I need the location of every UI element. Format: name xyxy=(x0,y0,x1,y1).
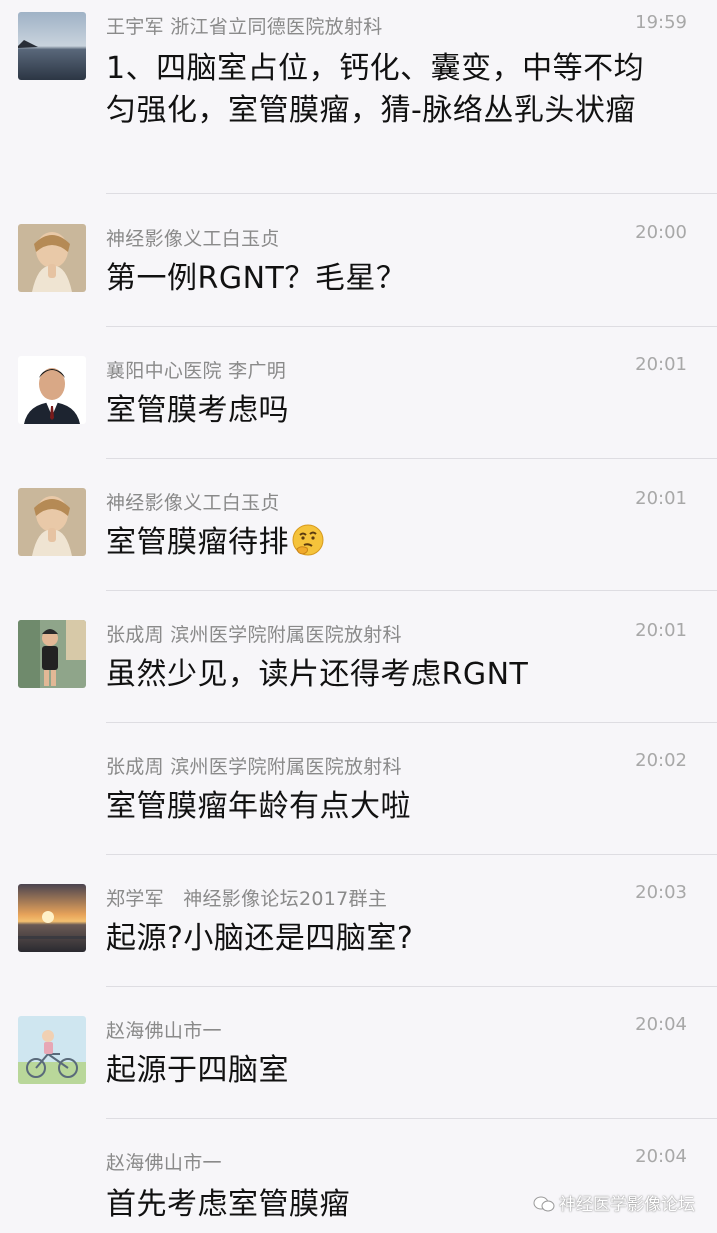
message-time: 20:04 xyxy=(635,1014,687,1035)
divider xyxy=(106,986,717,987)
divider xyxy=(106,854,717,855)
avatar[interactable] xyxy=(18,884,86,952)
child-photo-avatar-image xyxy=(18,620,86,688)
sender-name: 郑学军 神经影像论坛2017群主 xyxy=(106,888,388,910)
list-item[interactable]: 神经影像义工白玉贞 20:01 室管膜瘤待排 xyxy=(0,486,717,591)
message-time: 20:03 xyxy=(635,882,687,903)
avatar[interactable] xyxy=(18,1016,86,1084)
divider xyxy=(106,1118,717,1119)
divider xyxy=(106,722,717,723)
message-time: 20:00 xyxy=(635,222,687,243)
list-item[interactable]: 襄阳中心医院 李广明 20:01 室管膜考虑吗 xyxy=(0,354,717,459)
avatar[interactable] xyxy=(18,12,86,80)
thinking-emoji-icon xyxy=(292,524,324,556)
message-text-row: 室管膜瘤待排 xyxy=(106,522,666,564)
avatar[interactable] xyxy=(18,488,86,556)
list-item[interactable]: 赵海佛山市一 20:04 起源于四脑室 xyxy=(0,1014,717,1119)
list-item[interactable]: 张成周 滨州医学院附属医院放射科 20:02 室管膜瘤年龄有点大啦 xyxy=(0,750,717,855)
watermark-text: 神经医学影像论坛 xyxy=(559,1195,695,1215)
sender-name: 王宇军 浙江省立同德医院放射科 xyxy=(106,16,383,38)
list-item[interactable]: 张成周 滨州医学院附属医院放射科 20:01 虽然少见，读片还得考虑RGNT xyxy=(0,618,717,723)
child-praying-avatar-image xyxy=(18,224,86,292)
child-praying-avatar-image xyxy=(18,488,86,556)
message-text: 起源?小脑还是四脑室? xyxy=(106,921,414,956)
avatar[interactable] xyxy=(18,356,86,424)
sender-name: 神经影像义工白玉贞 xyxy=(106,492,280,514)
divider xyxy=(106,326,717,327)
sender-name: 赵海佛山市一 xyxy=(106,1152,222,1174)
list-item[interactable]: 王宇军 浙江省立同德医院放射科 19:59 1、四脑室占位，钙化、囊变，中等不均… xyxy=(0,10,717,195)
lake-avatar-image xyxy=(18,12,86,80)
message-text: 室管膜瘤待排 xyxy=(106,525,289,560)
sender-name: 襄阳中心医院 李广明 xyxy=(106,360,287,382)
bicycle-avatar-image xyxy=(18,1016,86,1084)
message-text: 虽然少见，读片还得考虑RGNT xyxy=(106,657,529,692)
message-time: 20:01 xyxy=(635,620,687,641)
avatar[interactable] xyxy=(18,224,86,292)
message-time: 19:59 xyxy=(635,12,687,33)
message-text: 起源于四脑室 xyxy=(106,1053,289,1088)
sender-name: 张成周 滨州医学院附属医院放射科 xyxy=(106,624,402,646)
sender-name: 赵海佛山市一 xyxy=(106,1020,222,1042)
message-text: 室管膜考虑吗 xyxy=(106,393,289,428)
sunset-avatar-image xyxy=(18,884,86,952)
message-time: 20:02 xyxy=(635,750,687,771)
watermark: 神经医学影像论坛 xyxy=(533,1190,695,1215)
message-time: 20:01 xyxy=(635,354,687,375)
message-time: 20:01 xyxy=(635,488,687,509)
avatar[interactable] xyxy=(18,620,86,688)
sender-name: 神经影像义工白玉贞 xyxy=(106,228,280,250)
list-item[interactable]: 郑学军 神经影像论坛2017群主 20:03 起源?小脑还是四脑室? xyxy=(0,882,717,987)
divider xyxy=(106,590,717,591)
message-time: 20:04 xyxy=(635,1146,687,1167)
man-portrait-avatar-image xyxy=(18,356,86,424)
message-text: 1、四脑室占位，钙化、囊变，中等不均匀强化，室管膜瘤，猜-脉络丛乳头状瘤 xyxy=(106,51,645,128)
divider xyxy=(106,193,717,194)
message-text: 第一例RGNT？毛星？ xyxy=(106,261,407,296)
message-text: 室管膜瘤年龄有点大啦 xyxy=(106,789,411,824)
wechat-icon xyxy=(533,1196,555,1212)
sender-name: 张成周 滨州医学院附属医院放射科 xyxy=(106,756,402,778)
divider xyxy=(106,458,717,459)
list-item[interactable]: 神经影像义工白玉贞 20:00 第一例RGNT？毛星？ xyxy=(0,222,717,327)
